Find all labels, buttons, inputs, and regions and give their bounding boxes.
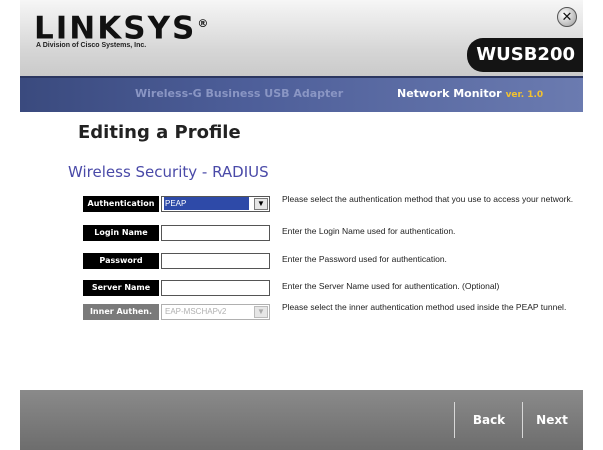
login-name-label: Login Name <box>83 225 159 241</box>
close-icon[interactable]: ✕ <box>557 7 577 27</box>
server-name-row: Server Name Enter the Server Name used f… <box>83 278 583 302</box>
authentication-select[interactable]: PEAP ▼ <box>161 196 270 212</box>
app-window: LINKSYS® A Division of Cisco Systems, In… <box>20 0 583 450</box>
authentication-row: Authentication PEAP ▼ Please select the … <box>83 194 583 218</box>
inner-authentication-row: Inner Authen. EAP-MSCHAPv2 ▼ Please sele… <box>83 302 583 326</box>
section-title: Wireless Security - RADIUS <box>68 163 269 181</box>
model-name: WUSB200 <box>467 38 583 72</box>
brand-name: LINKSYS <box>34 10 197 47</box>
inner-authentication-label: Inner Authen. <box>83 304 159 320</box>
server-name-label: Server Name <box>83 280 159 296</box>
footer-divider <box>522 402 523 438</box>
footer-divider <box>454 402 455 438</box>
registered-mark: ® <box>197 17 211 30</box>
password-row: Password Enter the Password used for aut… <box>83 251 583 275</box>
product-name: Wireless-G Business USB Adapter <box>135 87 344 100</box>
header: LINKSYS® A Division of Cisco Systems, In… <box>20 0 583 112</box>
back-button[interactable]: Back <box>460 404 518 436</box>
server-name-input[interactable] <box>161 280 270 296</box>
password-description: Enter the Password used for authenticati… <box>282 254 447 264</box>
app-name: Network Monitor ver. 1.0 <box>397 87 543 100</box>
authentication-label: Authentication <box>83 196 159 212</box>
inner-authentication-value: EAP-MSCHAPv2 <box>165 307 227 316</box>
chevron-down-icon: ▼ <box>254 306 268 318</box>
version-label: ver. 1.0 <box>505 90 544 100</box>
authentication-description: Please select the authentication method … <box>282 194 574 204</box>
main-content: Editing a Profile Wireless Security - RA… <box>20 112 583 390</box>
authentication-value: PEAP <box>164 197 249 210</box>
login-name-description: Enter the Login Name used for authentica… <box>282 226 456 236</box>
monitor-label: Network Monitor <box>397 87 502 100</box>
inner-authentication-select: EAP-MSCHAPv2 ▼ <box>161 304 270 320</box>
subbrand-text: A Division of Cisco Systems, Inc. <box>36 42 147 49</box>
inner-authentication-description: Please select the inner authentication m… <box>282 302 567 312</box>
password-input[interactable] <box>161 253 270 269</box>
login-name-row: Login Name Enter the Login Name used for… <box>83 223 583 247</box>
login-name-input[interactable] <box>161 225 270 241</box>
page-title: Editing a Profile <box>78 122 241 143</box>
chevron-down-icon[interactable]: ▼ <box>254 198 268 210</box>
next-button[interactable]: Next <box>526 404 578 436</box>
footer-bar: Back Next <box>20 390 583 450</box>
password-label: Password <box>83 253 159 269</box>
linksys-logo: LINKSYS® <box>34 8 210 44</box>
server-name-description: Enter the Server Name used for authentic… <box>282 281 500 291</box>
product-banner: Wireless-G Business USB Adapter Network … <box>20 76 583 112</box>
